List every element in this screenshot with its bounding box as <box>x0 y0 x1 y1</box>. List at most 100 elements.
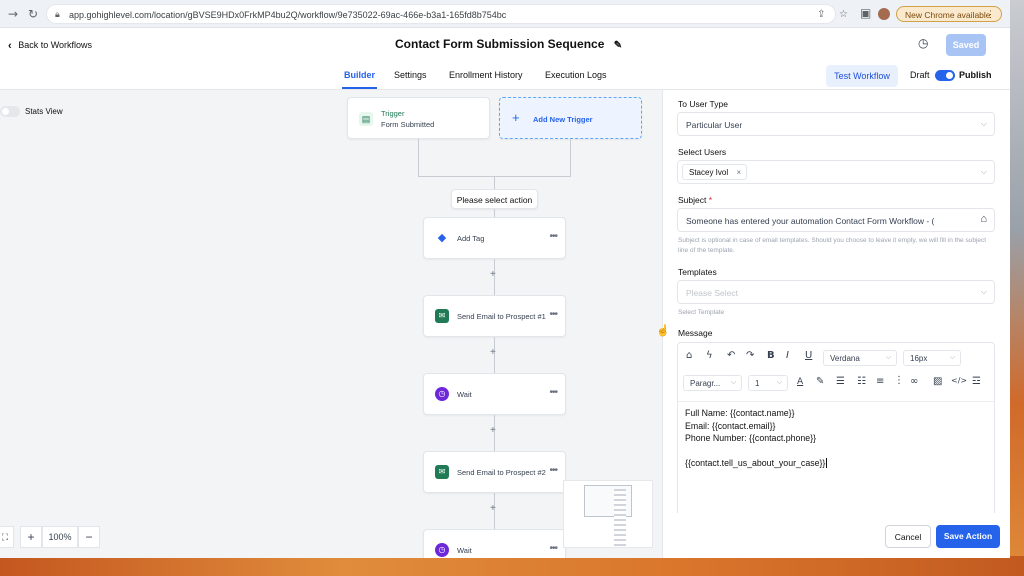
highlight-icon[interactable]: ✎ <box>816 376 824 387</box>
forward-arrow-icon[interactable]: → <box>8 7 18 21</box>
trigger-card[interactable]: ▤ Trigger Form Submitted <box>347 97 490 139</box>
italic-icon[interactable]: I <box>786 350 789 361</box>
more-options-icon[interactable]: ••• <box>549 387 557 398</box>
bullet-list-icon[interactable]: ☰ <box>836 376 845 387</box>
message-line: {{contact.tell_us_about_your_case}} <box>685 457 828 470</box>
message-body[interactable]: Full Name: {{contact.name}} Email: {{con… <box>685 407 828 470</box>
text-color-icon[interactable]: A <box>797 377 803 387</box>
tab-execution-logs[interactable]: Execution Logs <box>545 70 607 80</box>
font-family-value: Verdana <box>830 354 860 363</box>
link-icon[interactable]: ∞ <box>910 376 918 387</box>
tab-settings[interactable]: Settings <box>394 70 427 80</box>
publish-toggle[interactable] <box>935 70 955 81</box>
save-action-button[interactable]: Save Action <box>936 525 1000 548</box>
select-users-field[interactable]: Stacey Ivol × ⌵ <box>677 160 995 184</box>
line-height-select[interactable]: 1 ⌵ <box>748 375 788 391</box>
more-options-icon[interactable]: ••• <box>549 465 557 476</box>
edit-pencil-icon[interactable]: ✎ <box>614 40 622 51</box>
tag-icon[interactable]: ⌂ <box>686 350 692 361</box>
paragraph-select[interactable]: Paragr... ⌵ <box>683 375 742 391</box>
zoom-out-button[interactable]: − <box>78 526 100 548</box>
templates-label: Templates <box>678 267 717 277</box>
chevron-down-icon: ⌵ <box>949 354 955 361</box>
add-step-plus-icon[interactable]: + <box>490 503 496 514</box>
font-size-value: 16px <box>910 354 928 363</box>
lock-icon: 🔒︎ <box>55 9 60 19</box>
tag-icon: ◆ <box>437 232 447 244</box>
action-node-wait-1[interactable]: ◷ Wait ••• <box>423 373 566 415</box>
add-step-plus-icon[interactable]: + <box>490 347 496 358</box>
undo-icon[interactable]: ↶ <box>727 350 735 361</box>
profile-avatar[interactable] <box>878 8 890 20</box>
saved-button[interactable]: Saved <box>946 34 986 56</box>
bold-icon[interactable]: B <box>767 350 775 361</box>
tab-enrollment-history[interactable]: Enrollment History <box>449 70 523 80</box>
more-options-icon[interactable]: ••• <box>549 231 557 242</box>
address-bar[interactable]: 🔒︎ app.gohighlevel.com/location/gBVSE9HD… <box>46 4 848 24</box>
numbered-list-icon[interactable]: ☷ <box>857 376 866 387</box>
select-action-label[interactable]: Please select action <box>451 189 538 209</box>
new-chrome-available-button[interactable]: New Chrome available ⋮ <box>896 6 1002 22</box>
line-height-value: 1 <box>755 379 760 388</box>
remove-chip-icon[interactable]: × <box>736 168 741 177</box>
test-workflow-button[interactable]: Test Workflow <box>826 65 898 87</box>
action-settings-panel: To User Type Particular User ⌵ Select Us… <box>662 90 1010 558</box>
draft-label: Draft <box>910 70 930 80</box>
message-line: Email: {{contact.email}} <box>685 420 776 431</box>
align-icon[interactable]: ≡ <box>876 376 884 387</box>
bookmark-star-icon[interactable]: ☆ <box>839 9 848 20</box>
user-type-label: To User Type <box>678 99 728 109</box>
font-size-select[interactable]: 16px ⌵ <box>903 350 961 366</box>
chevron-down-icon: ⌵ <box>776 379 782 386</box>
zoom-level: 100% <box>42 526 78 548</box>
divider <box>678 401 994 402</box>
zoom-in-button[interactable]: + <box>20 526 42 548</box>
custom-value-tag-icon[interactable]: ⌂ <box>980 213 987 225</box>
add-step-plus-icon[interactable]: + <box>490 425 496 436</box>
more-vertical-icon[interactable]: ⋮ <box>894 375 904 386</box>
redo-icon[interactable]: ↷ <box>746 350 754 361</box>
font-family-select[interactable]: Verdana ⌵ <box>823 350 897 366</box>
more-options-icon[interactable]: ••• <box>549 543 557 554</box>
share-icon[interactable]: ⇪ <box>817 9 825 20</box>
chevron-down-icon: ⌵ <box>980 167 987 176</box>
clock-icon: ◷ <box>435 387 449 401</box>
stats-view-toggle[interactable] <box>0 106 20 117</box>
action-node-add-tag[interactable]: ◆ Add Tag ••• <box>423 217 566 259</box>
underline-icon[interactable]: U <box>805 350 812 361</box>
action-node-send-email-2[interactable]: ✉ Send Email to Prospect #2 ••• <box>423 451 566 493</box>
templates-select[interactable]: Please Select ⌵ <box>677 280 995 304</box>
new-chrome-label: New Chrome available <box>905 10 991 20</box>
message-line: Full Name: {{contact.name}} <box>685 408 795 418</box>
subject-input[interactable]: Someone has entered your automation Cont… <box>677 208 995 232</box>
action-node-wait-2[interactable]: ◷ Wait ••• <box>423 529 566 558</box>
message-label: Message <box>678 328 713 338</box>
minimap[interactable] <box>563 480 653 548</box>
cancel-button[interactable]: Cancel <box>885 525 931 548</box>
back-to-workflows-link[interactable]: ‹ Back to Workflows <box>8 39 92 52</box>
add-new-trigger-button[interactable]: + Add New Trigger <box>499 97 642 139</box>
user-type-select[interactable]: Particular User ⌵ <box>677 112 995 136</box>
chevron-down-icon: ⌵ <box>980 287 987 296</box>
fit-view-icon[interactable]: ⛶ <box>0 526 14 548</box>
lightning-icon[interactable]: ϟ <box>706 350 713 361</box>
tab-builder[interactable]: Builder <box>341 70 378 89</box>
add-step-plus-icon[interactable]: + <box>490 269 496 280</box>
browser-toolbar: → ↻ 🔒︎ app.gohighlevel.com/location/gBVS… <box>0 0 1010 28</box>
desktop-dock-area <box>0 556 1024 576</box>
more-options-icon[interactable]: ••• <box>549 309 557 320</box>
image-icon[interactable]: ▨ <box>933 376 942 387</box>
reload-icon[interactable]: ↻ <box>28 7 38 21</box>
action-node-send-email-1[interactable]: ✉ Send Email to Prospect #1 ••• <box>423 295 566 337</box>
workflow-canvas[interactable]: Stats View ▤ Trigger Form Submitted + Ad… <box>0 90 662 558</box>
node-label: Send Email to Prospect #1 <box>457 312 546 321</box>
hand-cursor-icon: ☝ <box>656 325 670 337</box>
email-icon: ✉ <box>435 309 449 323</box>
clear-format-icon[interactable]: ☲ <box>972 376 981 387</box>
node-label: Wait <box>457 390 472 399</box>
code-icon[interactable]: </> <box>951 376 967 385</box>
templates-placeholder: Please Select <box>686 288 738 298</box>
history-icon[interactable]: ◷ <box>918 36 928 50</box>
sidebar-icon[interactable]: ▣ <box>860 6 871 20</box>
